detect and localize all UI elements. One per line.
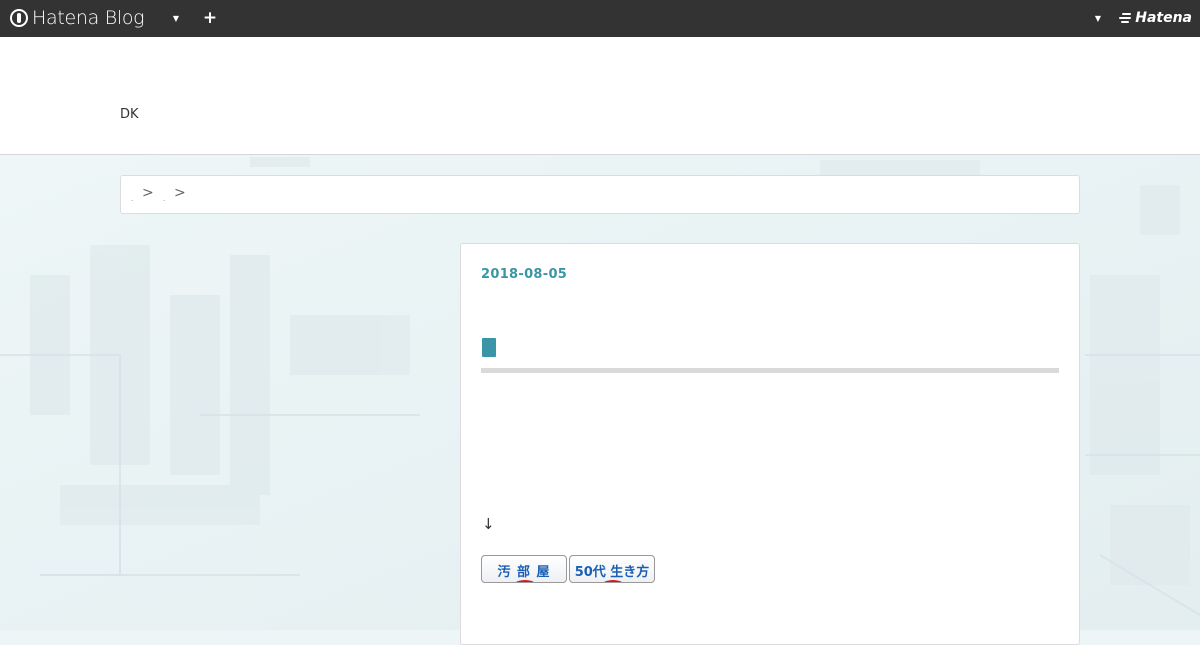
user-menu-dropdown-icon[interactable]: ▼	[1091, 12, 1105, 26]
breadcrumb-link-1[interactable]: ․	[131, 195, 133, 203]
hatena-brand-icon	[1118, 12, 1132, 24]
entry-title-marker	[482, 338, 496, 357]
banner-label: 50代 生き方	[574, 565, 650, 580]
hatena-top-bar: Hatena Blog ▼ + ▼ Hatena	[0, 0, 1200, 37]
banner-label: 汚 部 屋	[497, 565, 551, 580]
hatena-blog-logo[interactable]: Hatena Blog	[10, 6, 145, 30]
entry-title-underline	[481, 368, 1059, 373]
breadcrumb-link-2[interactable]: ․	[163, 195, 165, 203]
blog-menu-dropdown-icon[interactable]: ▼	[169, 12, 183, 26]
logo-text: Hatena Blog	[32, 7, 145, 29]
ranking-banner-50s-lifestyle[interactable]: 50代 生き方	[569, 555, 655, 583]
entry-date[interactable]: 2018-08-05	[481, 267, 567, 282]
brand-text: Hatena	[1135, 10, 1192, 26]
hatena-brand-link[interactable]: Hatena	[1118, 10, 1192, 26]
hatena-logo-icon	[10, 9, 28, 27]
blog-title[interactable]: DK	[120, 107, 139, 122]
banner-red-dot	[598, 580, 628, 582]
breadcrumb-separator: >	[142, 185, 154, 201]
blog-header: DK	[0, 37, 1200, 155]
breadcrumb-separator: >	[174, 185, 186, 201]
new-post-plus-icon[interactable]: +	[202, 9, 218, 27]
banner-red-dot	[510, 580, 540, 582]
down-arrow-text: ↓	[482, 515, 495, 533]
breadcrumb: ․ > ․ >	[120, 175, 1080, 214]
ranking-banner-dirty-room[interactable]: 汚 部 屋	[481, 555, 567, 583]
blog-entry: 2018-08-05 ↓ 汚 部 屋 50代 生き方	[460, 243, 1080, 645]
